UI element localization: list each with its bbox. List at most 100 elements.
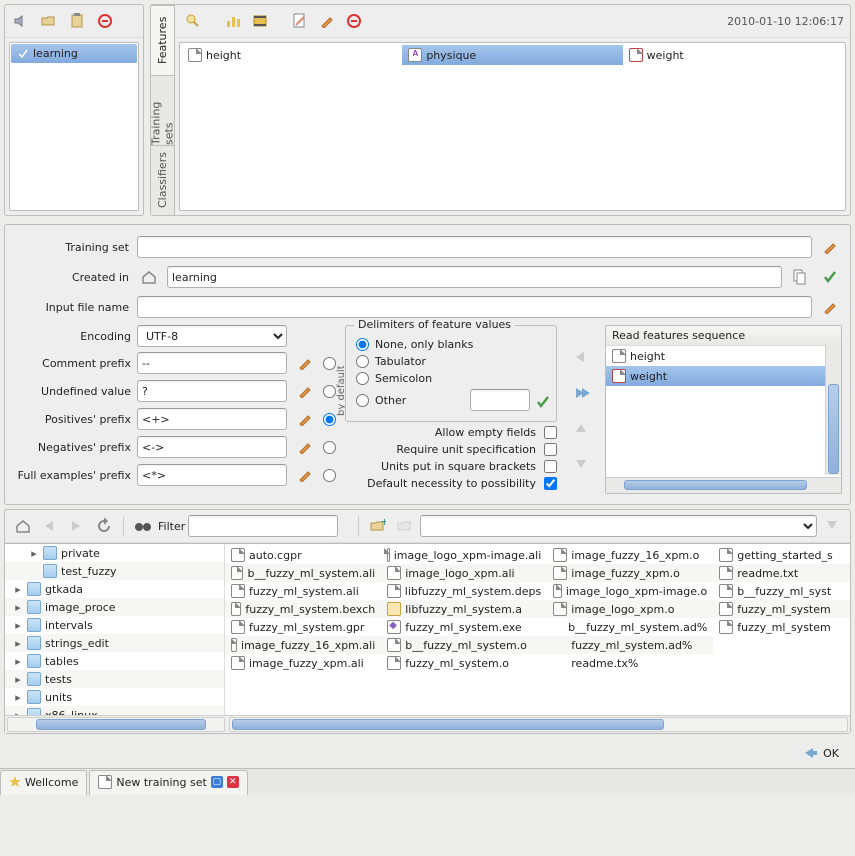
tree-item[interactable]: ▸gtkada — [5, 580, 224, 598]
default-radio[interactable] — [323, 413, 336, 426]
expand-icon[interactable]: ▸ — [13, 673, 23, 686]
file-item[interactable]: fuzzy_ml_system.gpr — [225, 618, 381, 636]
tab-new-training-set[interactable]: New training set ▢ ✕ — [89, 770, 247, 795]
tree-item[interactable]: test_fuzzy — [5, 562, 224, 580]
home-icon[interactable] — [137, 265, 161, 289]
file-item[interactable]: getting_started_s — [713, 546, 850, 564]
default-radio[interactable] — [323, 357, 336, 370]
full-input[interactable] — [137, 464, 287, 486]
binoculars-icon[interactable] — [131, 514, 155, 538]
expand-icon[interactable]: ▸ — [13, 583, 23, 596]
file-item[interactable]: image_fuzzy_xpm.ali — [225, 654, 381, 672]
edit-icon[interactable] — [293, 351, 317, 375]
file-list-scrollbar[interactable] — [229, 717, 848, 732]
delim-other-radio[interactable] — [356, 394, 369, 407]
file-item[interactable]: image_fuzzy_16_xpm.ali — [225, 636, 381, 654]
film-icon[interactable] — [248, 9, 272, 33]
file-item[interactable]: fuzzy_ml_system — [713, 618, 850, 636]
file-item[interactable]: image_logo_xpm.o — [547, 600, 713, 618]
require-unit-checkbox[interactable] — [544, 443, 557, 456]
expand-icon[interactable]: ▸ — [13, 601, 23, 614]
seq-item-height[interactable]: height — [606, 346, 841, 366]
go-icon[interactable] — [820, 514, 844, 538]
feature-weight[interactable]: weight — [623, 45, 843, 65]
expand-icon[interactable]: ▸ — [13, 655, 23, 668]
undefined-input[interactable] — [137, 380, 287, 402]
forward-icon[interactable] — [65, 514, 89, 538]
file-item[interactable]: b__fuzzy_ml_system.o — [381, 636, 547, 654]
expand-icon[interactable]: ▸ — [13, 637, 23, 650]
tree-item[interactable]: ▸units — [5, 688, 224, 706]
file-item[interactable]: libfuzzy_ml_system.deps — [381, 582, 547, 600]
file-item[interactable]: b__fuzzy_ml_syst — [713, 582, 850, 600]
copy-icon[interactable] — [788, 265, 812, 289]
tree-item[interactable]: ▸intervals — [5, 616, 224, 634]
tree-item[interactable]: ▸tests — [5, 670, 224, 688]
file-item[interactable]: image_logo_xpm.ali — [381, 564, 547, 582]
encoding-select[interactable]: UTF-8 — [137, 325, 287, 347]
move-right-icon[interactable] — [569, 381, 593, 405]
edit-icon[interactable] — [293, 407, 317, 431]
move-down-icon[interactable] — [569, 453, 593, 477]
default-radio[interactable] — [323, 469, 336, 482]
move-left-icon[interactable] — [569, 345, 593, 369]
training-set-input[interactable] — [137, 236, 812, 258]
delim-tab-radio[interactable] — [356, 355, 369, 368]
necessity-checkbox[interactable] — [544, 477, 557, 490]
edit-icon[interactable] — [293, 463, 317, 487]
seq-item-weight[interactable]: weight — [606, 366, 841, 386]
project-item-learning[interactable]: learning — [11, 44, 137, 63]
expand-icon[interactable]: ▸ — [13, 619, 23, 632]
open-folder-icon[interactable] — [393, 514, 417, 538]
tree-item[interactable]: ▸x86_linux — [5, 706, 224, 715]
file-item[interactable]: image_fuzzy_16_xpm.o — [547, 546, 713, 564]
default-radio[interactable] — [323, 385, 336, 398]
file-item[interactable]: image_fuzzy_xpm.o — [547, 564, 713, 582]
new-folder-icon[interactable]: + — [366, 514, 390, 538]
square-brackets-checkbox[interactable] — [544, 460, 557, 473]
refresh-icon[interactable] — [92, 514, 116, 538]
file-item[interactable]: fuzzy_ml_system.ali — [225, 582, 381, 600]
expand-icon[interactable]: ▸ — [13, 691, 23, 704]
delim-none-radio[interactable] — [356, 338, 369, 351]
edit-icon[interactable] — [293, 379, 317, 403]
delim-other-input[interactable] — [470, 389, 530, 411]
open-folder-icon[interactable] — [37, 9, 61, 33]
ok-button[interactable]: OK — [795, 744, 845, 762]
tab-training-sets[interactable]: Training sets — [151, 75, 174, 145]
file-item[interactable]: auto.cgpr — [225, 546, 381, 564]
tree-item[interactable]: ▸tables — [5, 652, 224, 670]
magnifier-icon[interactable] — [181, 9, 205, 33]
speaker-icon[interactable] — [9, 9, 33, 33]
default-radio[interactable] — [323, 441, 336, 454]
file-item[interactable]: fuzzy_ml_system.bexch — [225, 600, 381, 618]
file-item[interactable]: fuzzy_ml_system — [713, 600, 850, 618]
tree-item[interactable]: ▸strings_edit — [5, 634, 224, 652]
negatives-input[interactable] — [137, 436, 287, 458]
delete-icon[interactable] — [93, 9, 117, 33]
edit-icon[interactable] — [818, 235, 842, 259]
expand-icon[interactable]: ▸ — [29, 547, 39, 560]
file-item[interactable]: readme.tx% — [547, 654, 713, 672]
tab-wellcome[interactable]: Wellcome — [0, 770, 87, 795]
move-up-icon[interactable] — [569, 417, 593, 441]
tab-features[interactable]: Features — [151, 5, 174, 75]
chart-icon[interactable] — [221, 9, 245, 33]
delim-semi-radio[interactable] — [356, 372, 369, 385]
confirm-icon[interactable] — [818, 265, 842, 289]
created-in-input[interactable] — [167, 266, 782, 288]
positives-input[interactable] — [137, 408, 287, 430]
feature-physique[interactable]: A physique — [402, 45, 622, 65]
close-badge[interactable]: ✕ — [227, 776, 239, 788]
comment-prefix-input[interactable] — [137, 352, 287, 374]
file-item[interactable]: fuzzy_ml_system.o — [381, 654, 547, 672]
file-item[interactable]: b__fuzzy_ml_system.ali — [225, 564, 381, 582]
tree-scrollbar[interactable] — [7, 717, 225, 732]
file-item[interactable]: image_logo_xpm-image.o — [547, 582, 713, 600]
minimize-badge[interactable]: ▢ — [211, 776, 223, 788]
delete-feature-icon[interactable] — [342, 9, 366, 33]
file-item[interactable]: fuzzy_ml_system.exe — [381, 618, 547, 636]
edit-icon[interactable] — [818, 295, 842, 319]
scrollbar-horizontal[interactable] — [606, 477, 841, 493]
file-item[interactable]: readme.txt — [713, 564, 850, 582]
